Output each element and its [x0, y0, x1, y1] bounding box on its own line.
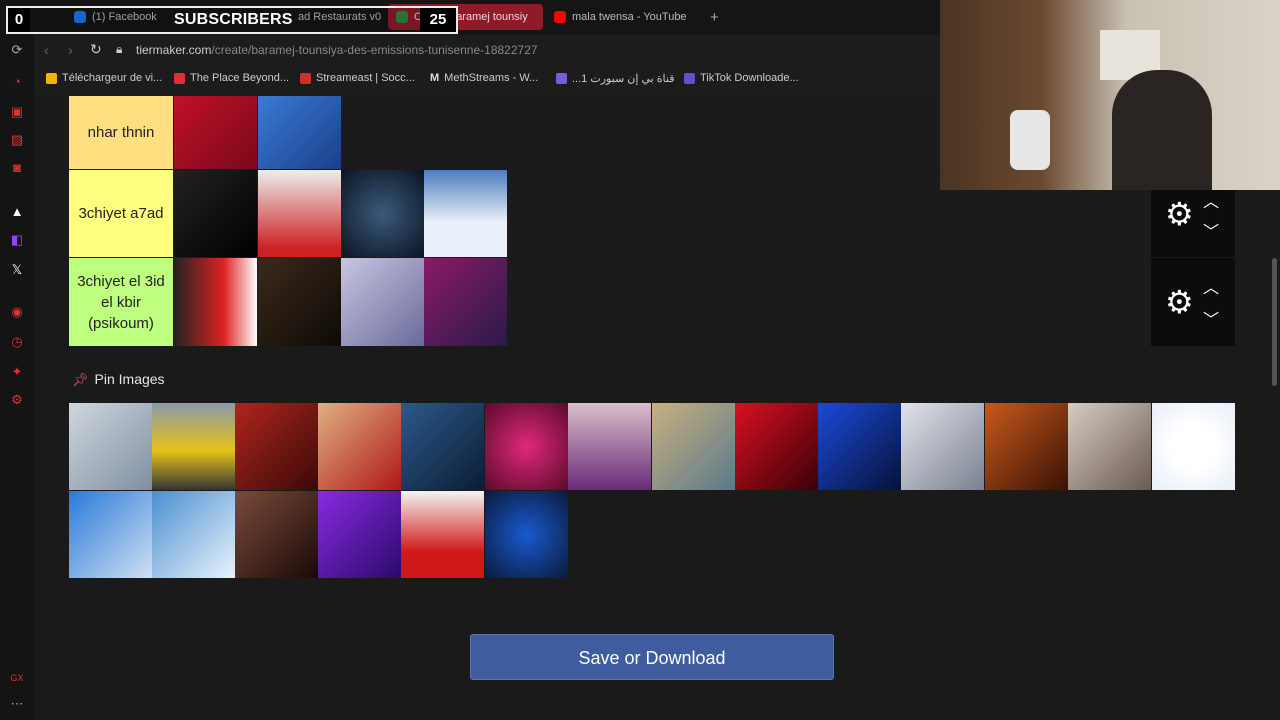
tier-image[interactable]	[258, 170, 341, 257]
chevron-down-icon[interactable]: ﹀	[1203, 306, 1219, 330]
bookmark-label: MethStreams - W...	[444, 72, 539, 84]
pool-image[interactable]	[235, 403, 318, 490]
youtube-icon	[554, 11, 566, 23]
plus-icon[interactable]: +	[702, 4, 728, 30]
pool-image[interactable]	[485, 403, 568, 490]
bookmark-label: Streameast | Socc...	[316, 72, 415, 84]
reload-icon[interactable]: ↻	[90, 41, 102, 58]
tier-image[interactable]	[341, 258, 424, 346]
messenger-icon[interactable]: ◙	[9, 160, 25, 176]
tier-image[interactable]	[174, 96, 257, 169]
pool-image[interactable]	[735, 403, 818, 490]
pool-image[interactable]	[318, 403, 401, 490]
refresh-icon[interactable]: ⟳	[9, 42, 25, 58]
pool-image[interactable]	[652, 403, 735, 490]
x-icon[interactable]: 𝕏	[9, 262, 25, 278]
tier-image[interactable]	[424, 258, 507, 346]
page-scrollbar[interactable]	[1272, 258, 1277, 386]
bookmark-icon	[46, 72, 57, 84]
url-path: /create/baramej-tounsiya-des-emissions-t…	[211, 43, 538, 57]
forward-icon[interactable]: ›	[68, 42, 73, 58]
gear-icon[interactable]: ⚙	[1165, 286, 1194, 318]
pool-image[interactable]	[485, 491, 568, 578]
more-icon[interactable]: ⋯	[9, 696, 25, 712]
tier-controls: ⚙ ︿ ﹀	[1151, 190, 1235, 257]
chevron-down-icon[interactable]: ﹀	[1203, 218, 1219, 242]
tier-label[interactable]: nhar thnin	[69, 96, 173, 169]
pool-image[interactable]	[152, 491, 235, 578]
tab-label: mala twensa - YouTube	[572, 11, 687, 23]
bookmark-item[interactable]: Streameast | Socc...	[300, 72, 415, 84]
lock-icon: 🔒︎	[116, 42, 123, 56]
chevron-up-icon[interactable]: ︿	[1203, 188, 1219, 212]
tier-image[interactable]	[174, 170, 257, 257]
subscribers-count: 25	[420, 8, 456, 32]
pool-image[interactable]	[401, 491, 484, 578]
webcam-overlay	[940, 0, 1280, 190]
tab-youtube[interactable]: mala twensa - YouTube	[546, 4, 696, 30]
bookmark-item[interactable]: The Place Beyond...	[174, 72, 289, 84]
tier-image[interactable]	[258, 258, 341, 346]
clock-icon[interactable]: ◷	[9, 334, 25, 350]
tier-image[interactable]	[424, 170, 507, 257]
pool-image[interactable]	[235, 491, 318, 578]
bookmark-label: ...قناة بي إن سبورت 1	[572, 73, 675, 85]
bookmark-item[interactable]: TikTok Downloade...	[684, 72, 799, 84]
history-icon[interactable]: ◔	[9, 74, 25, 90]
pinboard-icon[interactable]: ▨	[9, 132, 25, 148]
pool-image[interactable]	[901, 403, 984, 490]
browser-sidebar: ⟳ ◔ ▣ ▨ ◙ ▲ ◧ 𝕏 ◉ ◷ ✦ ⚙ GX ⋯	[0, 34, 34, 720]
shopping-icon[interactable]: ▣	[9, 104, 25, 120]
pin-images-title: Pin Images	[94, 371, 165, 387]
bookmark-icon	[300, 72, 311, 84]
url-field[interactable]: tiermaker.com/create/baramej-tounsiya-de…	[136, 43, 538, 57]
tier-image[interactable]	[341, 170, 424, 257]
gx-icon[interactable]: GX	[9, 670, 25, 686]
url-domain: tiermaker.com	[136, 43, 212, 57]
bookmark-label: The Place Beyond...	[190, 72, 290, 84]
pool-image[interactable]	[1152, 403, 1235, 490]
tier-controls: ⚙ ︿ ﹀	[1151, 258, 1235, 346]
pool-image[interactable]	[152, 403, 235, 490]
pin-images-heading: 📌︎ Pin Images	[72, 371, 165, 388]
bookmark-label: Téléchargeur de vi...	[62, 72, 163, 84]
tier-image[interactable]	[174, 258, 257, 346]
tier-image[interactable]	[258, 96, 341, 169]
bookmark-label: TikTok Downloade...	[700, 72, 799, 84]
bookmark-item[interactable]: Téléchargeur de vi...	[46, 72, 162, 84]
person-silhouette	[1112, 70, 1212, 190]
twitch-icon[interactable]: ◧	[9, 232, 25, 248]
bookmark-item[interactable]: M MethStreams - W...	[430, 72, 538, 84]
gear-icon[interactable]: ⚙	[1165, 198, 1194, 230]
bookmark-icon: M	[430, 72, 440, 84]
pool-image[interactable]	[69, 403, 152, 490]
bookmark-icon	[684, 72, 695, 84]
bookmark-item[interactable]: ...قناة بي إن سبورت 1	[556, 72, 674, 85]
extensions-icon[interactable]: ✦	[9, 364, 25, 380]
save-or-download-button[interactable]: Save or Download	[470, 634, 834, 680]
subscriber-overlay: 0 SUBSCRIBERS 25	[6, 6, 458, 34]
overlay-left-value: 0	[8, 8, 30, 32]
subscribers-label: SUBSCRIBERS	[174, 11, 293, 28]
settings-icon[interactable]: ⚙	[9, 392, 25, 408]
chevron-up-icon[interactable]: ︿	[1203, 274, 1219, 298]
player-icon[interactable]: ◉	[9, 304, 25, 320]
pool-image[interactable]	[1068, 403, 1151, 490]
pool-image[interactable]	[985, 403, 1068, 490]
app-icon[interactable]: ▲	[9, 204, 25, 220]
back-icon[interactable]: ‹	[44, 42, 49, 58]
pool-image[interactable]	[318, 491, 401, 578]
pool-image[interactable]	[401, 403, 484, 490]
fan	[1010, 110, 1050, 170]
bookmark-icon	[556, 73, 567, 84]
tier-label[interactable]: 3chiyet el 3id el kbir (psikoum)	[69, 258, 173, 346]
pool-image[interactable]	[69, 491, 152, 578]
pool-image[interactable]	[818, 403, 901, 490]
pin-icon: 📌︎	[72, 372, 89, 387]
tier-label[interactable]: 3chiyet a7ad	[69, 170, 173, 257]
pool-image[interactable]	[568, 403, 651, 490]
bookmark-icon	[174, 72, 185, 84]
